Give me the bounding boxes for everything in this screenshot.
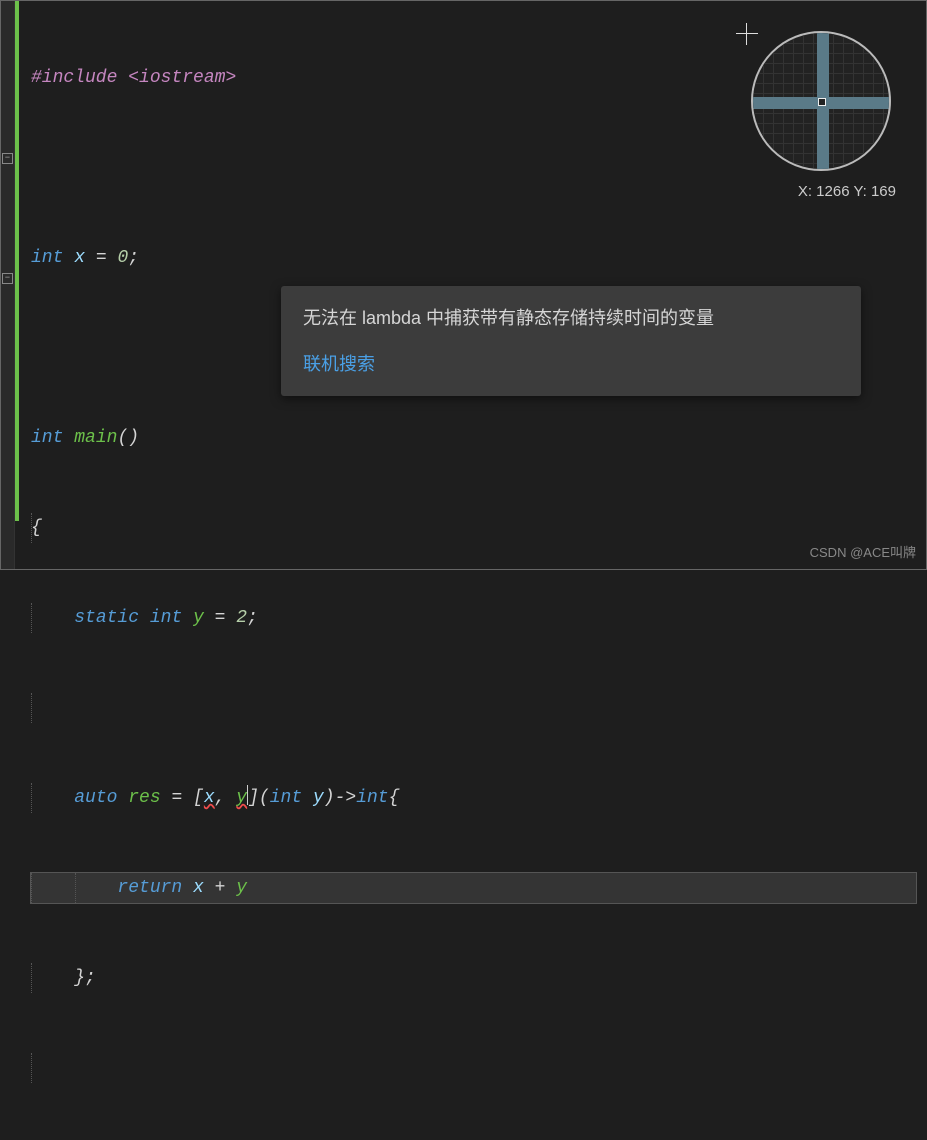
error-message: 无法在 lambda 中捕获带有静态存储持续时间的变量: [303, 304, 839, 330]
pixel-magnifier: [751, 31, 891, 171]
code-line[interactable]: int x = 0;: [31, 243, 916, 273]
fold-button[interactable]: −: [2, 273, 13, 284]
change-indicator: [15, 1, 19, 521]
magnifier-center: [818, 98, 826, 106]
coordinate-readout: X: 1266 Y: 169: [798, 183, 896, 200]
text-cursor: [247, 785, 248, 805]
error-tooltip: 无法在 lambda 中捕获带有静态存储持续时间的变量 联机搜索: [281, 286, 861, 396]
code-line-current[interactable]: return x + y: [31, 873, 916, 903]
fold-button[interactable]: −: [2, 153, 13, 164]
code-editor[interactable]: #include <iostream> int x = 0; int main(…: [31, 3, 916, 1140]
code-line[interactable]: };: [31, 963, 916, 993]
code-line[interactable]: [31, 1053, 916, 1083]
error-token-y[interactable]: y: [236, 788, 247, 808]
code-line[interactable]: int main(): [31, 423, 916, 453]
search-online-link[interactable]: 联机搜索: [303, 350, 839, 376]
error-token-x[interactable]: x: [204, 788, 215, 808]
code-line[interactable]: auto res = [x, y](int y)->int{: [31, 783, 916, 813]
code-line[interactable]: [31, 693, 916, 723]
code-line[interactable]: {: [31, 513, 916, 543]
editor-gutter: − −: [1, 1, 15, 569]
code-line[interactable]: static int y = 2;: [31, 603, 916, 633]
watermark: CSDN @ACE叫牌: [810, 542, 916, 561]
